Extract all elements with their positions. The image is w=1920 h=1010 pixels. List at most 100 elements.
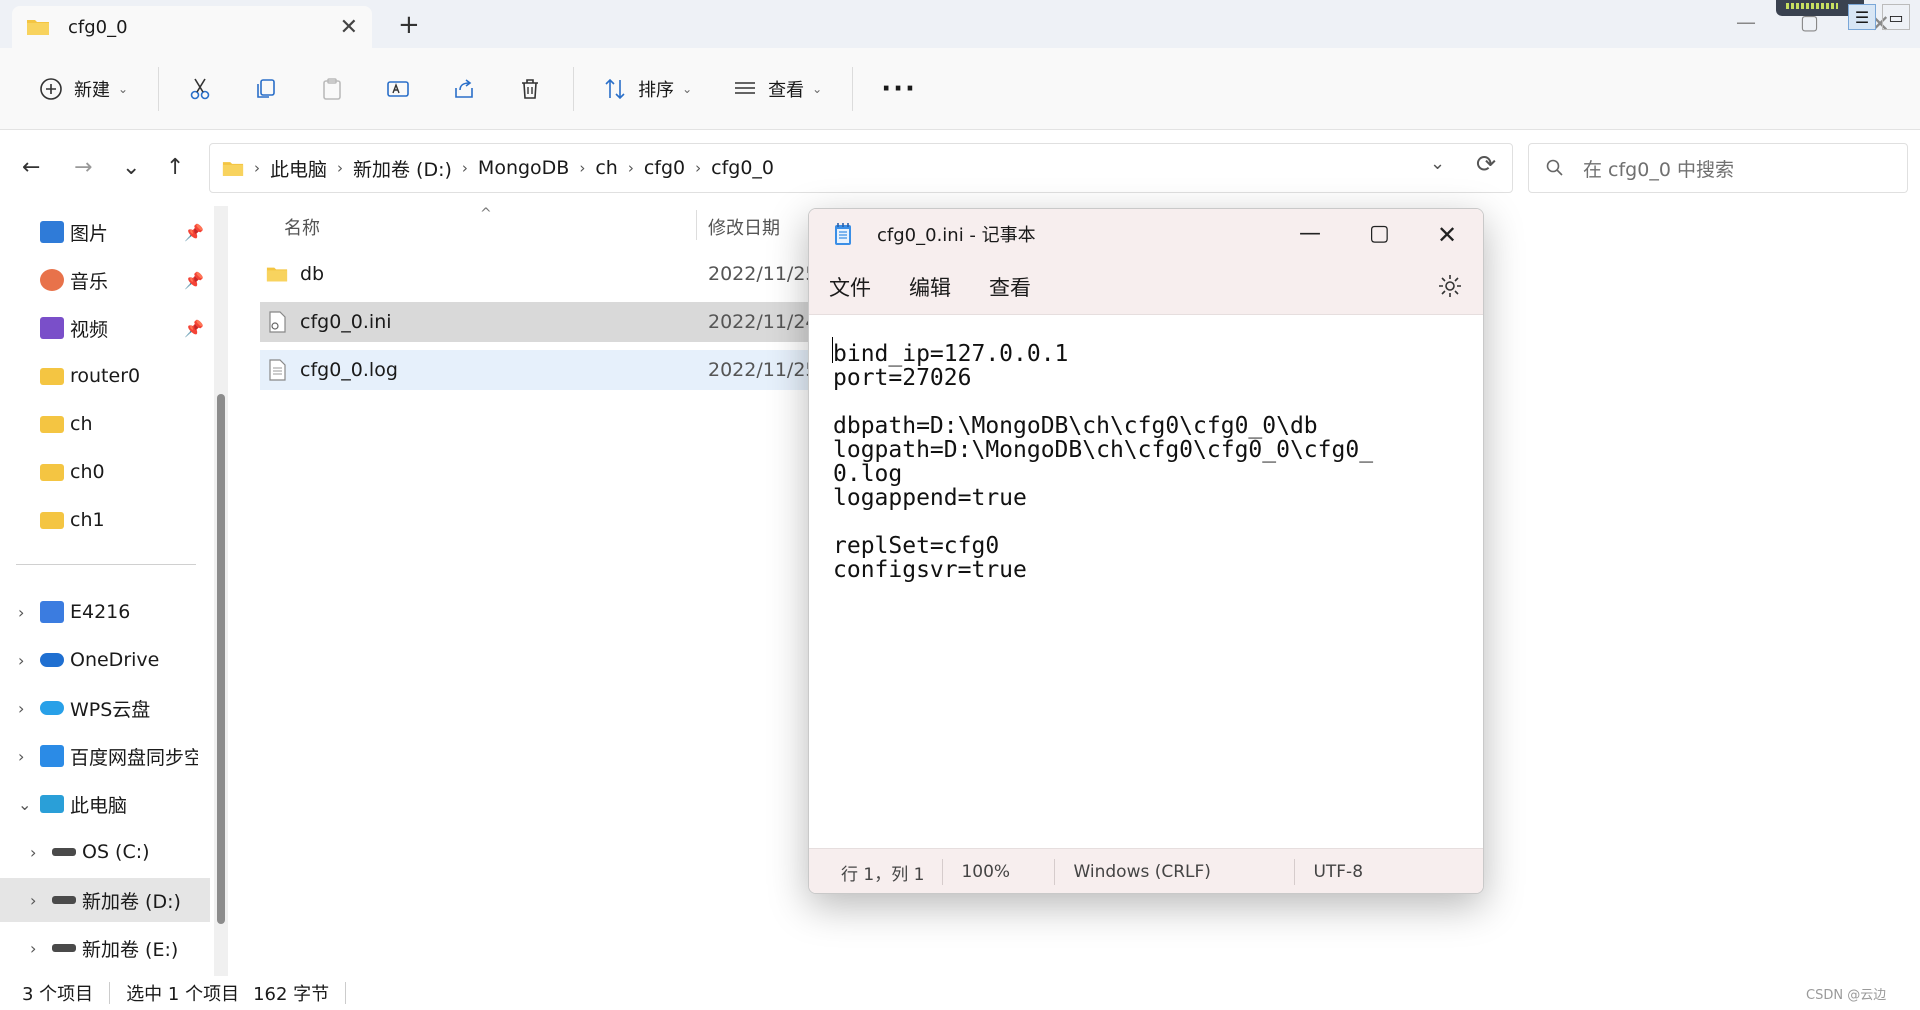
paste-button[interactable] [309, 67, 355, 111]
pin-icon: 📌 [184, 222, 204, 242]
sidebar-item-label: ch1 [70, 509, 105, 531]
sidebar-item-drive-e[interactable]: › 新加卷 (E:) [0, 926, 210, 970]
view-button[interactable]: 查看 ⌄ [722, 67, 832, 111]
address-history-dropdown[interactable]: ⌄ [1430, 153, 1445, 174]
config-file-icon [269, 311, 286, 333]
chevron-right-icon: › [337, 159, 344, 177]
chevron-right-icon[interactable]: › [18, 747, 40, 766]
sidebar-item-e4216[interactable]: › E4216 [0, 590, 210, 634]
address-bar[interactable]: › 此电脑 › 新加卷 (D:) › MongoDB › ch › cfg0 ›… [209, 143, 1513, 193]
file-row-cfg0_0-log[interactable]: cfg0_0.log 2022/11/25 [260, 350, 860, 390]
rename-icon [387, 80, 409, 97]
rename-button[interactable] [375, 67, 421, 111]
sort-button[interactable]: 排序 ⌄ [592, 67, 702, 111]
sidebar-item-ch[interactable]: ch [0, 402, 210, 446]
sidebar-scrollbar[interactable] [214, 206, 228, 976]
copy-button[interactable] [243, 67, 289, 111]
gear-icon[interactable] [1437, 273, 1463, 299]
share-button[interactable] [441, 67, 487, 111]
cursor-position: 行 1，列 1 [809, 859, 944, 885]
breadcrumb-cfg0[interactable]: cfg0 [644, 157, 685, 179]
column-header-date[interactable]: 修改日期 [708, 214, 780, 240]
chevron-right-icon[interactable]: › [18, 603, 40, 622]
column-header-name[interactable]: 名称 [284, 214, 320, 240]
sidebar-item-drive-d[interactable]: › 新加卷 (D:) [0, 878, 210, 922]
notepad-maximize-button[interactable]: ▢ [1369, 221, 1390, 246]
minimize-button[interactable]: — [1736, 10, 1756, 34]
more-options-button[interactable]: ··· [871, 67, 927, 111]
sidebar-item-ch1[interactable]: ch1 [0, 498, 210, 542]
new-label: 新建 [74, 79, 110, 101]
breadcrumb-this-pc[interactable]: 此电脑 [270, 155, 327, 182]
sidebar-scroll-thumb[interactable] [217, 394, 225, 924]
sidebar-item-label: E4216 [70, 601, 131, 623]
new-button[interactable]: 新建 ⌄ [28, 67, 138, 111]
menu-file[interactable]: 文件 [829, 272, 871, 302]
maximize-button[interactable]: ▢ [1800, 10, 1819, 34]
sync-icon [40, 745, 64, 767]
tab-close-icon[interactable]: ✕ [340, 15, 358, 40]
chevron-right-icon[interactable]: › [18, 699, 40, 718]
details-view-button[interactable]: ☰ [1848, 4, 1876, 30]
file-date: 2022/11/24 [708, 311, 818, 333]
notepad-window[interactable]: cfg0_0.ini - 记事本 — ▢ ✕ 文件 编辑 查看 bind_ip=… [808, 208, 1484, 894]
copy-icon [257, 78, 275, 98]
tab-cfg0_0[interactable]: cfg0_0 ✕ [12, 6, 372, 48]
sidebar-item-label: WPS云盘 [70, 698, 151, 721]
notepad-status-bar: 行 1，列 1 100% Windows (CRLF) UTF-8 [809, 848, 1483, 893]
chevron-right-icon[interactable]: › [30, 891, 52, 910]
chevron-right-icon: › [461, 159, 468, 177]
sidebar-item-onedrive[interactable]: › OneDrive [0, 638, 210, 682]
notepad-title: cfg0_0.ini - 记事本 [877, 225, 1036, 246]
command-bar: 新建 ⌄ 排序 ⌄ 查看 ⌄ ··· [0, 48, 1920, 130]
chevron-right-icon[interactable]: › [18, 651, 40, 670]
file-row-cfg0_0-ini[interactable]: cfg0_0.ini 2022/11/24 [260, 302, 860, 342]
refresh-button[interactable]: ⟳ [1476, 150, 1496, 178]
search-box[interactable]: 在 cfg0_0 中搜索 [1528, 143, 1908, 193]
back-button[interactable]: ← [22, 155, 40, 180]
chevron-right-icon[interactable]: › [30, 939, 52, 958]
notepad-text-area[interactable]: bind_ip=127.0.0.1 port=27026 dbpath=D:\M… [809, 316, 1483, 848]
chevron-down-icon[interactable]: ⌄ [18, 795, 40, 814]
breadcrumb-ch[interactable]: ch [595, 157, 618, 179]
sidebar-item-pictures[interactable]: 图片 📌 [0, 210, 210, 254]
new-tab-button[interactable]: + [398, 10, 420, 40]
sidebar-item-label: 新加卷 (E:) [82, 938, 179, 961]
sidebar-item-label: OneDrive [70, 649, 160, 671]
file-name: cfg0_0.log [300, 359, 398, 381]
sidebar-item-label: 新加卷 (D:) [82, 890, 181, 913]
drive-icon [52, 896, 76, 904]
menu-edit[interactable]: 编辑 [909, 272, 951, 302]
sidebar-item-videos[interactable]: 视频 📌 [0, 306, 210, 350]
forward-button[interactable]: → [74, 155, 92, 180]
recent-locations-button[interactable]: ⌄ [122, 155, 140, 180]
notepad-minimize-button[interactable]: — [1299, 221, 1321, 246]
sidebar-item-music[interactable]: 音乐 📌 [0, 258, 210, 302]
breadcrumb-drive-d[interactable]: 新加卷 (D:) [353, 155, 452, 182]
sidebar-item-router0[interactable]: router0 [0, 354, 210, 398]
sidebar-item-label: ch0 [70, 461, 105, 483]
sidebar-item-this-pc[interactable]: ⌄ 此电脑 [0, 782, 210, 826]
column-divider[interactable] [696, 210, 697, 240]
sidebar-item-wps-cloud[interactable]: › WPS云盘 [0, 686, 210, 730]
cut-button[interactable] [177, 67, 223, 111]
chevron-right-icon[interactable]: › [30, 843, 52, 862]
sidebar-item-drive-c[interactable]: › OS (C:) [0, 830, 210, 874]
plus-circle-icon [40, 77, 62, 100]
status-divider [109, 982, 111, 1004]
sidebar-divider [16, 564, 196, 565]
delete-button[interactable] [507, 67, 553, 111]
up-button[interactable]: ↑ [166, 155, 184, 180]
pictures-icon [40, 221, 64, 243]
sidebar-item-baidu-sync[interactable]: › 百度网盘同步空 [0, 734, 210, 778]
sidebar-item-ch0[interactable]: ch0 [0, 450, 210, 494]
notepad-titlebar[interactable]: cfg0_0.ini - 记事本 — ▢ ✕ [809, 209, 1483, 259]
tiles-view-button[interactable]: ▭ [1882, 4, 1910, 30]
file-row-db[interactable]: db 2022/11/25 [260, 254, 860, 294]
status-divider [345, 982, 347, 1004]
breadcrumb-cfg0_0[interactable]: cfg0_0 [711, 157, 774, 179]
menu-view[interactable]: 查看 [989, 272, 1031, 302]
notepad-close-button[interactable]: ✕ [1437, 221, 1457, 249]
breadcrumb-mongodb[interactable]: MongoDB [478, 157, 569, 179]
search-input[interactable]: 在 cfg0_0 中搜索 [1583, 155, 1734, 182]
